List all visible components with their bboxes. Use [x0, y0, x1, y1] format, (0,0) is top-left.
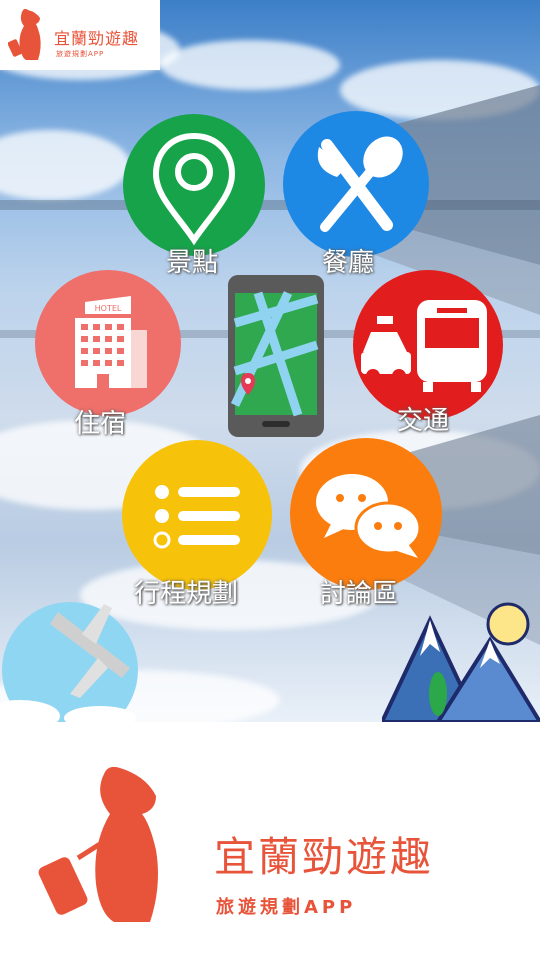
mountain-sun-icon	[382, 602, 540, 722]
hotel-sign-text: HOTEL	[95, 304, 122, 313]
hotel-icon: HOTEL	[75, 296, 147, 388]
itinerary-button[interactable]	[122, 440, 272, 590]
utensils-icon	[317, 136, 403, 232]
restaurants-button[interactable]	[283, 111, 429, 257]
brand-title: 宜蘭勁遊趣	[214, 833, 434, 881]
phone-map-icon	[228, 275, 324, 437]
lodging-button[interactable]: HOTEL	[35, 270, 181, 416]
header-app-subtitle: 旅遊規劃APP	[56, 50, 105, 58]
bear-logo-large-icon	[38, 766, 158, 922]
transport-button[interactable]	[353, 270, 503, 420]
taxi-bus-icon	[361, 300, 487, 392]
map-pin-icon	[152, 132, 236, 246]
airplane-icon	[0, 602, 138, 722]
header-app-title: 宜蘭勁遊趣	[54, 29, 140, 48]
brand-subtitle: 旅遊規劃APP	[216, 897, 357, 918]
list-icon	[153, 485, 240, 549]
chat-icon	[316, 474, 422, 558]
forum-button[interactable]	[290, 438, 442, 590]
attractions-button[interactable]	[123, 114, 265, 256]
lodging-label: 住宿	[74, 409, 127, 439]
bear-logo-icon	[8, 8, 41, 60]
transport-label: 交通	[397, 406, 450, 436]
header-logo: 宜蘭勁遊趣 旅遊規劃APP	[0, 0, 160, 70]
